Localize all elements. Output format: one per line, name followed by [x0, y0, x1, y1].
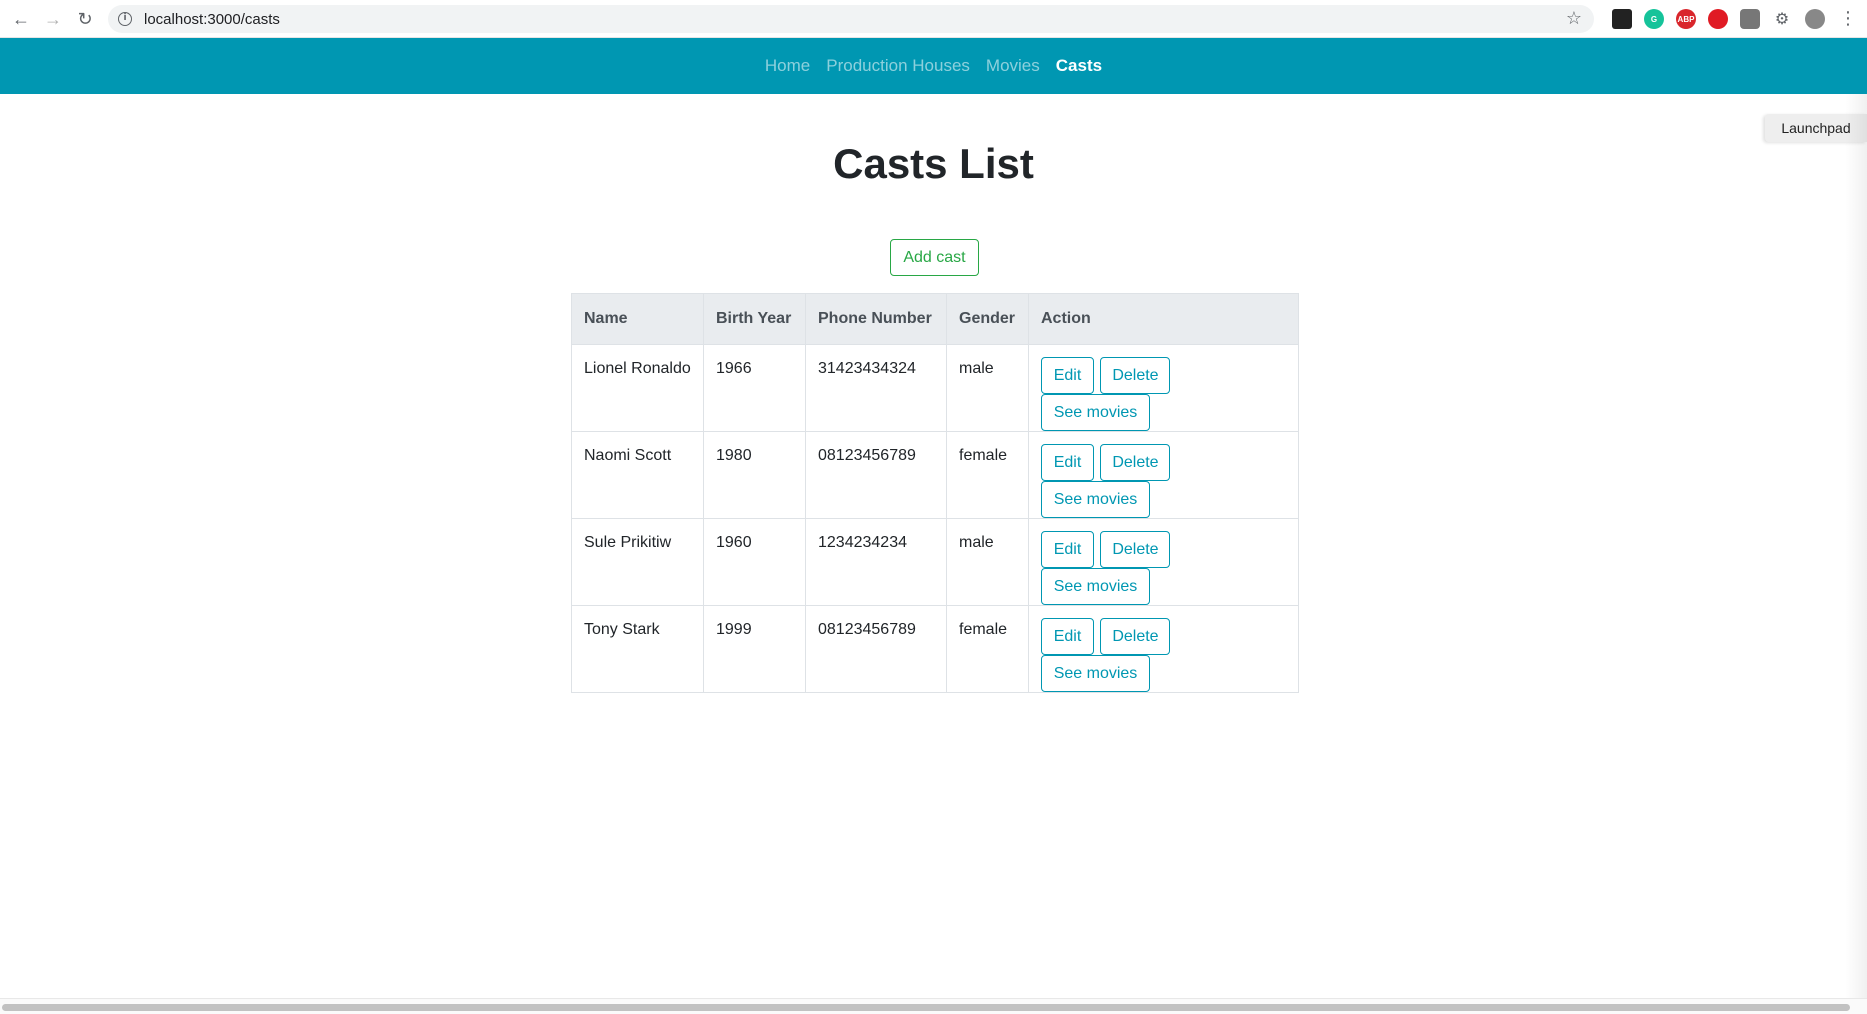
- cell-gender: female: [946, 605, 1029, 693]
- cell-phone: 1234234234: [805, 518, 947, 606]
- cell-birth-year: 1960: [703, 518, 806, 606]
- table-row: Sule Prikitiw 1960 1234234234 male Edit …: [571, 518, 1299, 606]
- extension-red-icon[interactable]: [1708, 9, 1728, 29]
- app-navbar: Home Production Houses Movies Casts: [0, 38, 1867, 94]
- page-edge-shadow: [1845, 94, 1867, 1000]
- delete-button[interactable]: Delete: [1100, 618, 1171, 655]
- cell-birth-year: 1966: [703, 344, 806, 432]
- reload-icon[interactable]: ↻: [74, 8, 96, 30]
- header-action: Action: [1028, 293, 1299, 345]
- delete-button[interactable]: Delete: [1100, 357, 1171, 394]
- casts-table: Name Birth Year Phone Number Gender Acti…: [571, 293, 1299, 693]
- table-row: Tony Stark 1999 08123456789 female Edit …: [571, 605, 1299, 693]
- cell-name: Lionel Ronaldo: [571, 344, 704, 432]
- header-birth-year: Birth Year: [703, 293, 806, 345]
- table-row: Naomi Scott 1980 08123456789 female Edit…: [571, 431, 1299, 519]
- cell-birth-year: 1980: [703, 431, 806, 519]
- nav-movies[interactable]: Movies: [978, 56, 1048, 76]
- bookmark-star-icon[interactable]: ☆: [1566, 8, 1582, 29]
- header-name: Name: [571, 293, 704, 345]
- cell-actions: Edit Delete See movies: [1028, 431, 1299, 519]
- cell-actions: Edit Delete See movies: [1028, 605, 1299, 693]
- grammarly-icon[interactable]: G: [1644, 9, 1664, 29]
- edit-button[interactable]: Edit: [1041, 357, 1094, 394]
- extension-gray-icon[interactable]: [1740, 9, 1760, 29]
- address-bar[interactable]: i localhost:3000/casts ☆: [108, 5, 1594, 33]
- add-cast-button[interactable]: Add cast: [890, 239, 979, 276]
- url-text[interactable]: localhost:3000/casts: [144, 11, 280, 28]
- see-movies-button[interactable]: See movies: [1041, 655, 1150, 692]
- table-row: Lionel Ronaldo 1966 31423434324 male Edi…: [571, 344, 1299, 432]
- adblock-icon[interactable]: ABP: [1676, 9, 1696, 29]
- cell-phone: 31423434324: [805, 344, 947, 432]
- edit-button[interactable]: Edit: [1041, 618, 1094, 655]
- cell-name: Tony Stark: [571, 605, 704, 693]
- see-movies-button[interactable]: See movies: [1041, 568, 1150, 605]
- cell-name: Naomi Scott: [571, 431, 704, 519]
- cell-gender: male: [946, 344, 1029, 432]
- profile-avatar[interactable]: [1805, 9, 1825, 29]
- cell-birth-year: 1999: [703, 605, 806, 693]
- nav-production-houses[interactable]: Production Houses: [818, 56, 978, 76]
- delete-button[interactable]: Delete: [1100, 444, 1171, 481]
- browser-toolbar: ← → ↻ i localhost:3000/casts ☆ G ABP ⚙ ⋮: [0, 0, 1867, 38]
- cell-actions: Edit Delete See movies: [1028, 344, 1299, 432]
- edit-button[interactable]: Edit: [1041, 531, 1094, 568]
- forward-arrow-icon[interactable]: →: [42, 8, 64, 30]
- header-phone-number: Phone Number: [805, 293, 947, 345]
- edit-button[interactable]: Edit: [1041, 444, 1094, 481]
- table-header-row: Name Birth Year Phone Number Gender Acti…: [571, 293, 1299, 345]
- nav-casts[interactable]: Casts: [1048, 56, 1110, 76]
- delete-button[interactable]: Delete: [1100, 531, 1171, 568]
- extension-icon[interactable]: [1612, 9, 1632, 29]
- page-title: Casts List: [833, 140, 1034, 187]
- cell-name: Sule Prikitiw: [571, 518, 704, 606]
- cell-actions: Edit Delete See movies: [1028, 518, 1299, 606]
- puzzle-extensions-icon[interactable]: ⚙: [1772, 9, 1792, 29]
- see-movies-button[interactable]: See movies: [1041, 394, 1150, 431]
- cell-phone: 08123456789: [805, 605, 947, 693]
- browser-menu-icon[interactable]: ⋮: [1839, 8, 1857, 29]
- back-arrow-icon[interactable]: ←: [10, 8, 32, 30]
- see-movies-button[interactable]: See movies: [1041, 481, 1150, 518]
- nav-home[interactable]: Home: [757, 56, 818, 76]
- cell-gender: female: [946, 431, 1029, 519]
- scrollbar-thumb[interactable]: [2, 1004, 1850, 1011]
- cell-gender: male: [946, 518, 1029, 606]
- cell-phone: 08123456789: [805, 431, 947, 519]
- header-gender: Gender: [946, 293, 1029, 345]
- horizontal-scrollbar[interactable]: [0, 998, 1867, 1014]
- site-info-icon[interactable]: i: [118, 12, 132, 26]
